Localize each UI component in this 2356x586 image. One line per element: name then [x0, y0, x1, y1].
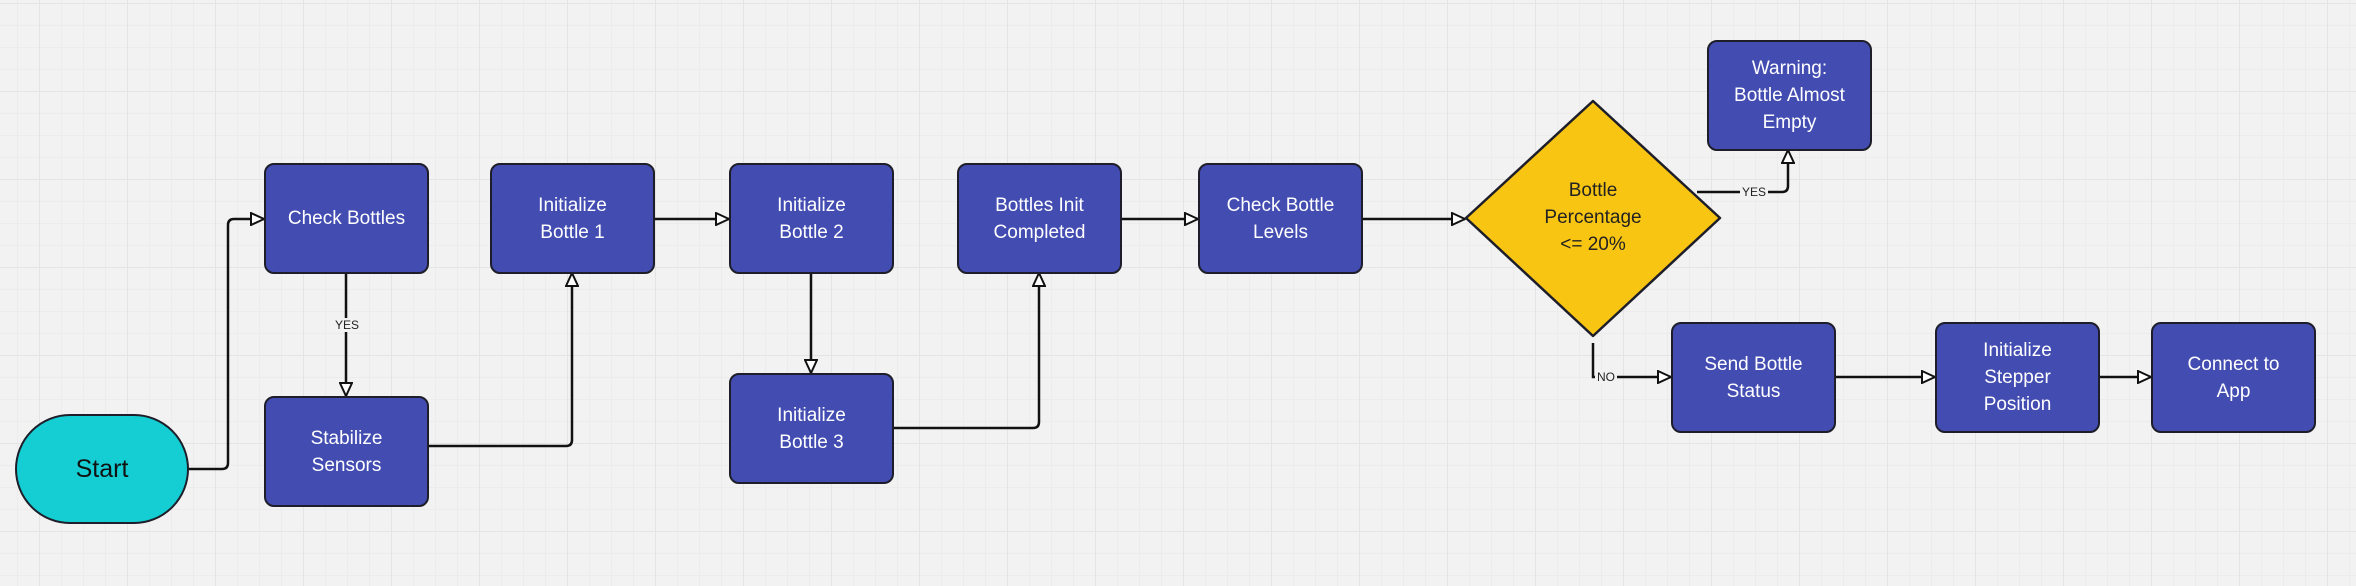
node-label: Check Bottles — [287, 208, 406, 229]
node-label: Initialize Bottle 1 — [538, 194, 607, 243]
node-label: Initialize Bottle 2 — [777, 194, 846, 243]
edge-label-decision-no: NO — [1595, 370, 1617, 384]
connect-app-node[interactable]: Connect to App — [2151, 322, 2316, 433]
init-stepper-node[interactable]: Initialize Stepper Position — [1935, 322, 2100, 433]
node-label: Send Bottle Status — [1704, 353, 1803, 402]
edge-init3-completed — [894, 273, 1039, 430]
node-label: Check Bottle Levels — [1226, 194, 1335, 243]
node-label: Initialize Bottle 3 — [777, 404, 846, 453]
edge-start-check — [189, 219, 264, 471]
warning-node[interactable]: Warning: Bottle Almost Empty — [1707, 40, 1872, 151]
edge-label-decision-yes: YES — [1740, 185, 1769, 199]
decision-label[interactable]: Bottle Percentage <= 20% — [1513, 177, 1673, 258]
edge-stabilize-init1 — [429, 273, 572, 448]
node-label: Bottles Init Completed — [993, 194, 1086, 243]
check-bottle-levels-node[interactable]: Check Bottle Levels — [1198, 163, 1363, 274]
stabilize-sensors-node[interactable]: Stabilize Sensors — [264, 396, 429, 507]
node-label: Connect to App — [2187, 353, 2280, 402]
node-label: Stabilize Sensors — [310, 427, 383, 476]
start-node[interactable]: Start — [15, 414, 189, 524]
node-label: Initialize Stepper Position — [1983, 340, 2052, 415]
node-label: Warning: Bottle Almost Empty — [1734, 58, 1845, 133]
check-bottles-node[interactable]: Check Bottles — [264, 163, 429, 274]
bottles-init-completed-node[interactable]: Bottles Init Completed — [957, 163, 1122, 274]
init-bottle-2-node[interactable]: Initialize Bottle 2 — [729, 163, 894, 274]
edge-label-check-yes: YES — [333, 318, 362, 332]
init-bottle-1-node[interactable]: Initialize Bottle 1 — [490, 163, 655, 274]
start-label: Start — [75, 454, 129, 483]
init-bottle-3-node[interactable]: Initialize Bottle 3 — [729, 373, 894, 484]
send-bottle-status-node[interactable]: Send Bottle Status — [1671, 322, 1836, 433]
